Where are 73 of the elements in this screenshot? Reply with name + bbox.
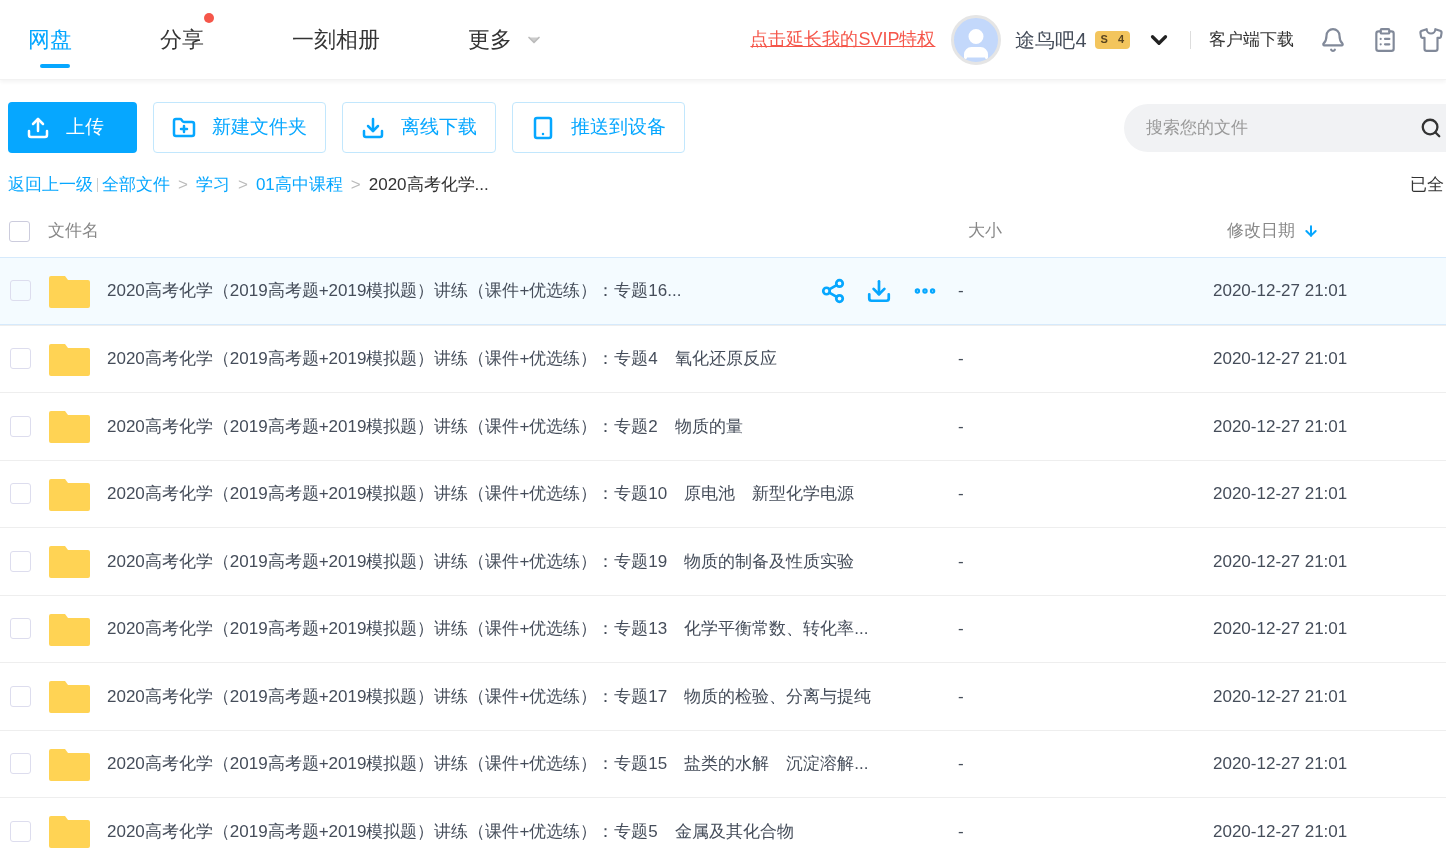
modified-date: 2020-12-27 21:01 bbox=[1213, 820, 1349, 843]
folder-icon bbox=[49, 544, 90, 579]
search-field[interactable]: 搜索您的文件 bbox=[1124, 103, 1446, 152]
file-size: - bbox=[958, 820, 965, 843]
file-size: - bbox=[958, 618, 965, 640]
file-name[interactable]: 2020高考化学（2019高考题+2019模拟题）讲练（课件+优选练）：专题17 物质的检验、分离与提纯 bbox=[107, 683, 872, 709]
download-icon bbox=[361, 115, 385, 140]
column-header[interactable]: 文件名 bbox=[48, 218, 99, 244]
row-checkbox[interactable] bbox=[10, 618, 31, 640]
folder-icon bbox=[49, 611, 90, 646]
breadcrumb-current: 2020高考化学... bbox=[368, 174, 489, 197]
row-checkbox[interactable] bbox=[10, 685, 31, 707]
file-name[interactable]: 2020高考化学（2019高考题+2019模拟题）讲练（课件+优选练）：专题4 氧化还原反应 bbox=[107, 346, 777, 372]
modified-date: 2020-12-27 21:01 bbox=[1213, 753, 1349, 775]
nav-tab[interactable]: 分享 bbox=[160, 0, 214, 80]
file-size: - bbox=[958, 483, 965, 505]
upload-icon bbox=[26, 115, 50, 140]
file-row[interactable]: 2020高考化学（2019高考题+2019模拟题）讲练（课件+优选练）：专题5 金属及其化合物 - 2020-12-27 21:01 bbox=[0, 797, 1446, 849]
file-size: - bbox=[958, 415, 965, 438]
file-name[interactable]: 2020高考化学（2019高考题+2019模拟题）讲练（课件+优选练）：专题15 盐类的水解 沉淀溶解... bbox=[107, 751, 869, 777]
modified-date: 2020-12-27 21:01 bbox=[1213, 483, 1349, 505]
nav-tab[interactable]: 一刻相册 bbox=[292, 0, 390, 80]
folder-icon bbox=[49, 679, 90, 714]
username[interactable]: 途鸟吧4 bbox=[1015, 24, 1087, 55]
device-icon bbox=[531, 115, 555, 140]
modified-date: 2020-12-27 21:01 bbox=[1213, 618, 1349, 640]
file-row[interactable]: 2020高考化学（2019高考题+2019模拟题）讲练（课件+优选练）：专题16... - 2020-12-27 21:01 bbox=[0, 257, 1446, 325]
select-all-checkbox[interactable] bbox=[9, 220, 30, 242]
modified-date: 2020-12-27 21:01 bbox=[1213, 685, 1349, 708]
client-download-link[interactable]: 客户端下载 bbox=[1209, 26, 1294, 53]
modified-date: 2020-12-27 21:01 bbox=[1213, 550, 1349, 573]
modified-date: 2020-12-27 21:01 bbox=[1213, 348, 1349, 370]
file-name[interactable]: 2020高考化学（2019高考题+2019模拟题）讲练（课件+优选练）：专题2 物质的量 bbox=[107, 413, 743, 439]
vip-badge: S 4 bbox=[1094, 30, 1130, 49]
file-name[interactable]: 2020高考化学（2019高考题+2019模拟题）讲练（课件+优选练）：专题16... bbox=[107, 278, 682, 304]
breadcrumb-separator: > bbox=[350, 174, 361, 197]
file-size: - bbox=[958, 348, 965, 370]
file-size: - bbox=[958, 550, 965, 573]
file-name[interactable]: 2020高考化学（2019高考题+2019模拟题）讲练（课件+优选练）：专题19 物质的制备及性质实验 bbox=[107, 548, 855, 574]
folder-icon bbox=[172, 115, 196, 140]
column-header[interactable]: 大小 bbox=[968, 218, 1227, 244]
row-checkbox[interactable] bbox=[10, 348, 31, 370]
folder-icon bbox=[49, 814, 90, 849]
search-icon[interactable] bbox=[1420, 116, 1442, 139]
folder-icon bbox=[49, 273, 90, 308]
modified-date: 2020-12-27 21:01 bbox=[1213, 415, 1349, 438]
loaded-note: 已全 bbox=[1410, 174, 1445, 197]
folder-icon bbox=[49, 409, 90, 444]
folder-icon bbox=[49, 746, 90, 781]
share-icon[interactable] bbox=[820, 277, 846, 304]
bell-icon[interactable] bbox=[1320, 26, 1346, 53]
clipboard-icon[interactable] bbox=[1372, 26, 1398, 53]
row-checkbox[interactable] bbox=[10, 550, 31, 572]
row-checkbox[interactable] bbox=[10, 753, 31, 775]
file-size: - bbox=[958, 280, 965, 302]
download-icon[interactable] bbox=[866, 277, 892, 304]
file-size: - bbox=[958, 685, 965, 708]
breadcrumb-separator: > bbox=[237, 174, 248, 197]
file-name[interactable]: 2020高考化学（2019高考题+2019模拟题）讲练（课件+优选练）：专题10 原电池 新型化学电源 bbox=[107, 481, 855, 507]
file-name[interactable]: 2020高考化学（2019高考题+2019模拟题）讲练（课件+优选练）：专题13 化学平衡常数、转化率... bbox=[107, 616, 869, 642]
modified-date: 2020-12-27 21:01 bbox=[1213, 280, 1349, 302]
shirt-icon[interactable] bbox=[1418, 26, 1444, 53]
folder-icon bbox=[49, 476, 90, 511]
row-checkbox[interactable] bbox=[10, 483, 31, 505]
nav-tab[interactable]: 更多 bbox=[468, 0, 554, 80]
file-name[interactable]: 2020高考化学（2019高考题+2019模拟题）讲练（课件+优选练）：专题5 金属及其化合物 bbox=[107, 818, 794, 844]
row-checkbox[interactable] bbox=[10, 820, 31, 842]
row-checkbox[interactable] bbox=[10, 280, 31, 302]
column-header[interactable]: 修改日期 bbox=[1227, 218, 1446, 244]
file-size: - bbox=[958, 753, 965, 775]
breadcrumb-separator: > bbox=[178, 174, 188, 197]
folder-icon bbox=[49, 341, 90, 376]
row-checkbox[interactable] bbox=[10, 415, 31, 437]
